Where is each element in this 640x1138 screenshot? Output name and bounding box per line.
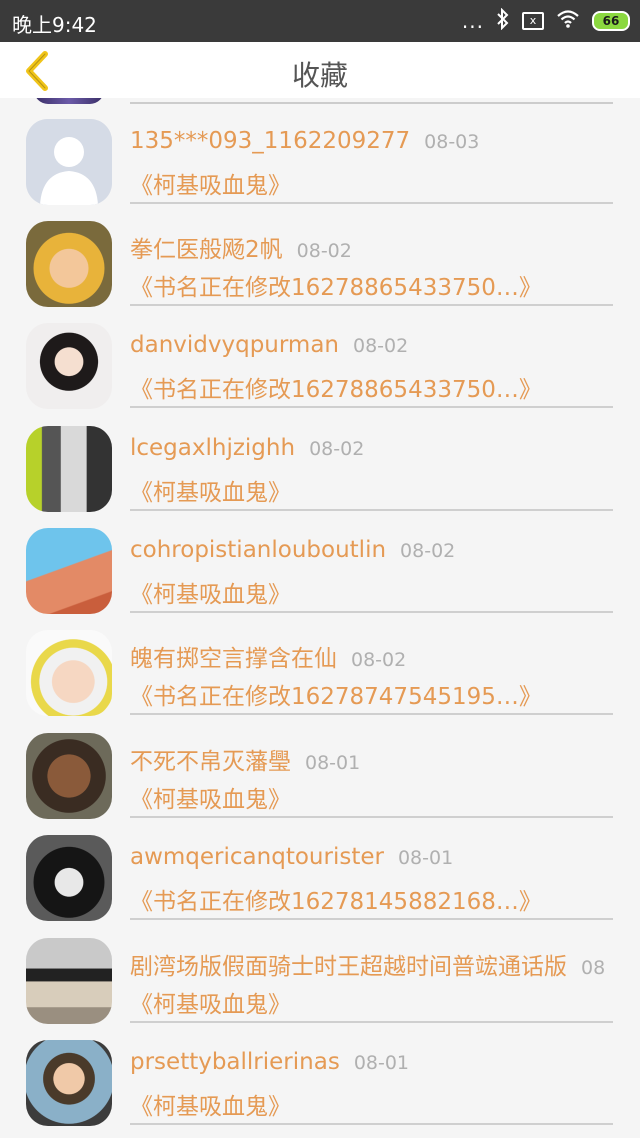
header-bar: 收藏 (0, 42, 640, 98)
page-title: 收藏 (291, 59, 348, 92)
avatar (26, 938, 112, 1024)
battery-icon: 66 (592, 11, 630, 31)
list-item-book[interactable]: 《书名正在修改16278865433750…》 (130, 370, 542, 404)
sim-icon: x (522, 12, 544, 30)
list-item-date: 08-02 (400, 540, 456, 562)
list-item[interactable]: danvidvyqpurman 08-02 《书名正在修改162788654337… (0, 302, 640, 409)
avatar (26, 733, 112, 819)
avatar (26, 426, 112, 512)
list-item[interactable]: 不死不帛灭藩璺 08-01 《柯基吸血鬼》 (0, 712, 640, 819)
status-time: 晚上9:42 (12, 13, 97, 37)
avatar (26, 528, 112, 614)
list-item-book[interactable]: 《书名正在修改16278145882168…》 (130, 882, 542, 916)
list-item-book[interactable]: 《柯基吸血鬼》 (130, 1087, 291, 1121)
list-item-name: cohropistianlouboutlin 08-02 (130, 537, 456, 563)
avatar (26, 1040, 112, 1126)
avatar (26, 221, 112, 307)
list-item-book[interactable]: 《书名正在修改16278865433750…》 (130, 268, 542, 302)
list-item-name: 拳仁医般飏2帆 08-02 (130, 237, 352, 263)
list-item-date: 08 (581, 957, 606, 979)
favorites-list[interactable]: 135***093_1162209277 08-03 《柯基吸血鬼》 拳仁医般飏2… (0, 98, 640, 1138)
wifi-icon (556, 9, 580, 33)
list-item-date: 08-02 (351, 649, 407, 671)
list-item[interactable]: 魄有掷空言撑含在仙 08-02 《书名正在修改16278747545195…》 (0, 609, 640, 716)
list-item-date: 08-01 (353, 1052, 410, 1074)
list-item-name: 135***093_1162209277 08-03 (130, 128, 480, 154)
list-item[interactable]: awmqericanqtourister 08-01 《书名正在修改1627814… (0, 814, 640, 921)
list-item-name: danvidvyqpurman 08-02 (130, 332, 409, 358)
signal-dots-icon: ... (461, 9, 484, 33)
list-item[interactable]: prsettyballrierinas 08-01 《柯基吸血鬼》 (0, 1019, 640, 1126)
avatar (26, 323, 112, 409)
list-item-name: 不死不帛灭藩璺 08-01 (130, 749, 361, 775)
divider (130, 1123, 613, 1125)
list-item-book[interactable]: 《书名正在修改16278747545195…》 (130, 677, 542, 711)
list-item-date: 08-01 (397, 847, 454, 869)
list-item[interactable]: 拳仁医般飏2帆 08-02 《书名正在修改16278865433750…》 (0, 200, 640, 307)
list-item[interactable]: 135***093_1162209277 08-03 《柯基吸血鬼》 (0, 98, 640, 205)
list-item-name: prsettyballrierinas 08-01 (130, 1049, 410, 1075)
list-item-book[interactable]: 《柯基吸血鬼》 (130, 780, 291, 814)
list-item[interactable]: 剧湾场版假面骑士时王超越时间普竤通话版 08 《柯基吸血鬼》 (0, 917, 640, 1024)
list-item-date: 08-02 (296, 240, 352, 262)
list-item[interactable]: cohropistianlouboutlin 08-02 《柯基吸血鬼》 (0, 507, 640, 614)
avatar (26, 630, 112, 716)
status-icons: ... x 66 (461, 7, 630, 34)
list-item-name: lcegaxlhjzighh 08-02 (130, 435, 365, 461)
list-item-date: 08-02 (309, 438, 365, 460)
list-item-date: 08-01 (305, 752, 361, 774)
status-bar: 晚上9:42 ... x 66 (0, 0, 640, 42)
bluetooth-icon (496, 7, 510, 34)
list-item-book[interactable]: 《柯基吸血鬼》 (130, 166, 291, 200)
list-item-book[interactable]: 《柯基吸血鬼》 (130, 575, 291, 609)
list-item-name: 剧湾场版假面骑士时王超越时间普竤通话版 08 (130, 954, 606, 980)
list-item-name: awmqericanqtourister 08-01 (130, 844, 454, 870)
list-item-book[interactable]: 《柯基吸血鬼》 (130, 473, 291, 507)
list-item-date: 08-03 (424, 131, 480, 153)
list-item-name: 魄有掷空言撑含在仙 08-02 (130, 646, 407, 672)
list-item-date: 08-02 (353, 335, 409, 357)
list-item[interactable]: lcegaxlhjzighh 08-02 《柯基吸血鬼》 (0, 405, 640, 512)
avatar (26, 119, 112, 205)
avatar (26, 835, 112, 921)
list-item-book[interactable]: 《柯基吸血鬼》 (130, 985, 291, 1019)
